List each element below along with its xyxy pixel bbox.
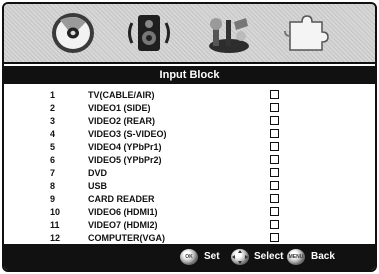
item-number: 6 [50, 155, 56, 165]
item-number: 9 [50, 194, 56, 204]
list-item[interactable]: 9 CARD READER [4, 193, 375, 205]
item-number: 10 [50, 207, 61, 217]
tools-icon[interactable] [204, 10, 254, 56]
list-item[interactable]: 11 VIDEO7 (HDMI2) [4, 219, 375, 231]
list-item[interactable]: 4 VIDEO3 (S-VIDEO) [4, 128, 375, 140]
puzzle-icon[interactable] [282, 10, 332, 56]
set-label: Set [204, 251, 220, 262]
list-item[interactable]: 2 VIDEO1 (SIDE) [4, 102, 375, 114]
item-label: TV(CABLE/AIR) [88, 90, 155, 100]
item-number: 12 [50, 233, 61, 243]
list-item[interactable]: 8 USB [4, 180, 375, 192]
block-checkbox[interactable] [270, 168, 279, 177]
menu-button-icon[interactable]: MENU [287, 249, 305, 265]
block-checkbox[interactable] [270, 220, 279, 229]
item-label: VIDEO5 (YPbPr2) [88, 155, 162, 165]
item-label: USB [88, 181, 108, 191]
block-checkbox[interactable] [270, 129, 279, 138]
speaker-icon[interactable] [124, 10, 174, 56]
item-label: COMPUTER(VGA) [88, 233, 165, 243]
block-checkbox[interactable] [270, 155, 279, 164]
block-checkbox[interactable] [270, 116, 279, 125]
list-item[interactable]: 3 VIDEO2 (REAR) [4, 115, 375, 127]
block-checkbox[interactable] [270, 194, 279, 203]
item-number: 1 [50, 90, 56, 100]
button-guide-bar: OK Set Select MENU Back [4, 244, 375, 270]
block-checkbox[interactable] [270, 207, 279, 216]
item-number: 8 [50, 181, 56, 191]
item-number: 11 [50, 220, 60, 230]
list-item[interactable]: 10 VIDEO6 (HDMI1) [4, 206, 375, 218]
item-label: DVD [88, 168, 108, 178]
item-label: VIDEO1 (SIDE) [88, 103, 151, 113]
list-item[interactable]: 7 DVD [4, 167, 375, 179]
list-item[interactable]: 6 VIDEO5 (YPbPr2) [4, 154, 375, 166]
disc-icon[interactable] [48, 10, 98, 56]
block-checkbox[interactable] [270, 181, 279, 190]
block-checkbox[interactable] [270, 142, 279, 151]
block-checkbox[interactable] [270, 90, 279, 99]
item-label: VIDEO4 (YPbPr1) [88, 142, 162, 152]
block-checkbox[interactable] [270, 233, 279, 242]
page-title: Input Block [4, 66, 375, 84]
item-label: VIDEO3 (S-VIDEO) [88, 129, 167, 139]
input-block-menu: Input Block 1 TV(CABLE/AIR) 2 VIDEO1 (SI… [2, 2, 377, 272]
menu-icon-bar [4, 4, 375, 64]
item-label: VIDEO2 (REAR) [88, 116, 156, 126]
list-item[interactable]: 1 TV(CABLE/AIR) [4, 89, 375, 101]
list-item[interactable]: 12 COMPUTER(VGA) [4, 232, 375, 244]
navigation-pad-icon[interactable] [231, 249, 249, 265]
list-item[interactable]: 5 VIDEO4 (YPbPr1) [4, 141, 375, 153]
item-number: 5 [50, 142, 56, 152]
item-label: CARD READER [88, 194, 155, 204]
item-number: 4 [50, 129, 56, 139]
item-label: VIDEO6 (HDMI1) [88, 207, 158, 217]
ok-button-icon[interactable]: OK [180, 249, 198, 265]
item-number: 7 [50, 168, 56, 178]
item-label: VIDEO7 (HDMI2) [88, 220, 158, 230]
item-number: 2 [50, 103, 56, 113]
back-label: Back [311, 251, 335, 262]
input-list: 1 TV(CABLE/AIR) 2 VIDEO1 (SIDE) 3 VIDEO2… [4, 84, 375, 244]
block-checkbox[interactable] [270, 103, 279, 112]
select-label: Select [254, 251, 284, 262]
item-number: 3 [50, 116, 56, 126]
